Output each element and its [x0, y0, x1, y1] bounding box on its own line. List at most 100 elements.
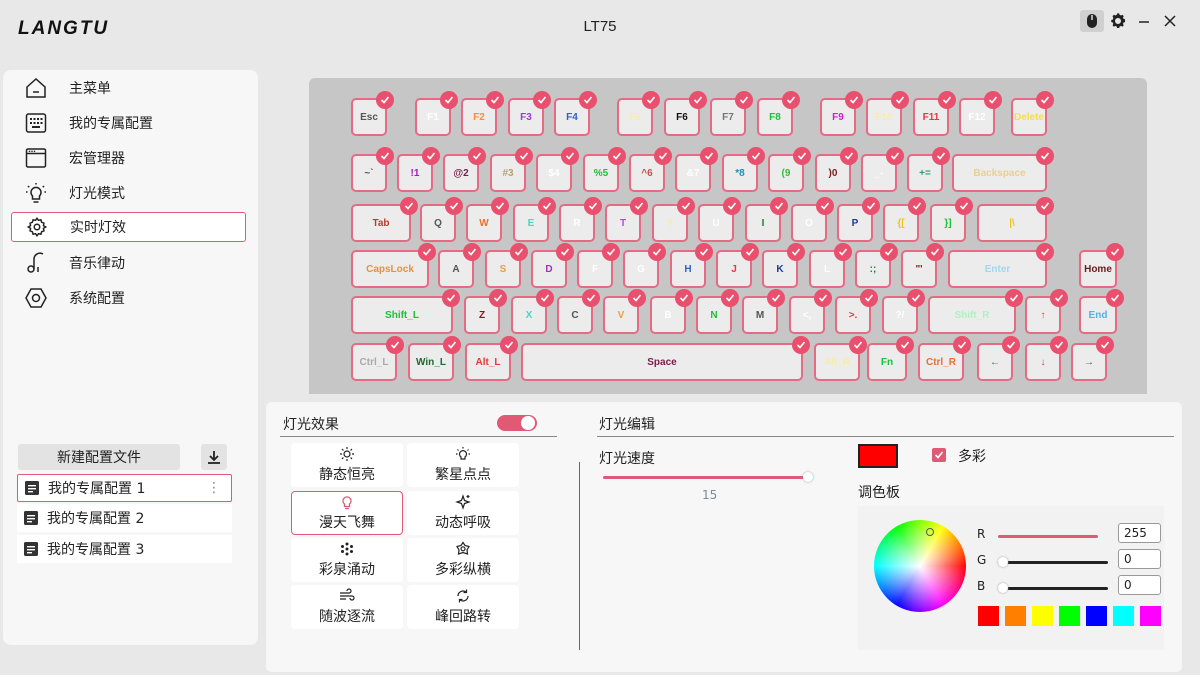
- effect-stars[interactable]: 繁星点点: [407, 443, 519, 487]
- effect-breathing[interactable]: 动态呼吸: [407, 491, 519, 535]
- r-input[interactable]: 255: [1118, 523, 1161, 543]
- color-preset-swatch[interactable]: [978, 606, 999, 626]
- key-i[interactable]: I: [745, 197, 788, 242]
- g-input[interactable]: 0: [1118, 549, 1161, 569]
- key-x8593[interactable]: ↑: [1025, 289, 1068, 334]
- color-preset-swatch[interactable]: [1113, 606, 1134, 626]
- key-x642[interactable]: @2: [443, 147, 486, 192]
- key-_x45[interactable]: _-: [861, 147, 904, 192]
- key-f12[interactable]: F12: [959, 91, 1002, 136]
- key-x60x44[interactable]: <,: [789, 289, 832, 334]
- key-alt_r[interactable]: Alt_R: [814, 336, 867, 381]
- profile-item[interactable]: 我的专属配置 1 ⋮: [17, 474, 232, 502]
- key-delete[interactable]: Delete: [1011, 91, 1054, 136]
- speed-slider-knob[interactable]: [803, 472, 813, 482]
- nav-item-light-mode[interactable]: 灯光模式: [11, 178, 246, 208]
- profile-item[interactable]: 我的专属配置 3: [17, 535, 232, 563]
- key-f[interactable]: F: [577, 243, 620, 288]
- key-capslock[interactable]: CapsLock: [351, 243, 436, 288]
- key-x387[interactable]: &7: [675, 147, 718, 192]
- key-t[interactable]: T: [605, 197, 648, 242]
- key-x[interactable]: X: [511, 289, 554, 334]
- nav-item-main-menu[interactable]: 主菜单: [11, 73, 246, 103]
- key-x410[interactable]: )0: [815, 147, 858, 192]
- key-f6[interactable]: F6: [664, 91, 707, 136]
- key-k[interactable]: K: [762, 243, 805, 288]
- nav-item-realtime-effect[interactable]: 实时灯效: [11, 212, 246, 242]
- color-preset-swatch[interactable]: [1032, 606, 1053, 626]
- key-x126x96[interactable]: ~`: [351, 147, 394, 192]
- key-s[interactable]: S: [485, 243, 528, 288]
- key-f7[interactable]: F7: [710, 91, 753, 136]
- close-icon[interactable]: [1158, 10, 1182, 32]
- key-m[interactable]: M: [742, 289, 785, 334]
- minimize-icon[interactable]: [1132, 10, 1156, 32]
- key-p[interactable]: P: [837, 197, 880, 242]
- key-x409[interactable]: (9: [768, 147, 811, 192]
- key-f4[interactable]: F4: [554, 91, 597, 136]
- color-preset-swatch[interactable]: [1059, 606, 1080, 626]
- key-esc[interactable]: Esc: [351, 91, 394, 136]
- key-x58x59[interactable]: :;: [855, 243, 898, 288]
- key-tab[interactable]: Tab: [351, 197, 418, 242]
- new-config-button[interactable]: 新建配置文件: [18, 444, 180, 470]
- effect-winding[interactable]: 峰回路转: [407, 585, 519, 629]
- key-fn[interactable]: Fn: [867, 336, 914, 381]
- key-z[interactable]: Z: [464, 289, 507, 334]
- key-x62x46[interactable]: >.: [835, 289, 878, 334]
- key-f9[interactable]: F9: [820, 91, 863, 136]
- key-a[interactable]: A: [438, 243, 481, 288]
- color-preset-swatch[interactable]: [1086, 606, 1107, 626]
- key-backspace[interactable]: Backspace: [952, 147, 1054, 192]
- key-d[interactable]: D: [531, 243, 574, 288]
- settings-gear-icon[interactable]: [1106, 10, 1130, 32]
- key-g[interactable]: G: [623, 243, 666, 288]
- key-l[interactable]: L: [809, 243, 852, 288]
- key-o[interactable]: O: [791, 197, 834, 242]
- key-r[interactable]: R: [559, 197, 602, 242]
- key-x428[interactable]: *8: [722, 147, 765, 192]
- g-slider-knob[interactable]: [998, 557, 1008, 567]
- key-e[interactable]: E: [513, 197, 556, 242]
- key-f8[interactable]: F8: [757, 91, 800, 136]
- b-input[interactable]: 0: [1118, 575, 1161, 595]
- key-x331[interactable]: !1: [397, 147, 440, 192]
- key-f1[interactable]: F1: [415, 91, 458, 136]
- effect-wave[interactable]: 随波逐流: [291, 585, 403, 629]
- key-x123x91[interactable]: {[: [883, 197, 926, 242]
- nav-item-my-config[interactable]: 我的专属配置: [11, 108, 246, 138]
- key-x43x61[interactable]: +=: [907, 147, 950, 192]
- key-c[interactable]: C: [557, 289, 600, 334]
- key-enter[interactable]: Enter: [948, 243, 1054, 288]
- color-wheel[interactable]: [874, 520, 966, 612]
- key-x364[interactable]: $4: [536, 147, 579, 192]
- key-home[interactable]: Home: [1079, 243, 1124, 288]
- key-f11[interactable]: F11: [913, 91, 956, 136]
- key-w[interactable]: W: [466, 197, 509, 242]
- key-b[interactable]: B: [650, 289, 693, 334]
- multicolor-checkbox[interactable]: [932, 448, 946, 462]
- more-options-icon[interactable]: ⋮: [207, 480, 221, 496]
- key-win_l[interactable]: Win_L: [408, 336, 461, 381]
- key-h[interactable]: H: [670, 243, 713, 288]
- nav-item-macro-manager[interactable]: 宏管理器: [11, 143, 246, 173]
- g-slider[interactable]: [998, 561, 1108, 564]
- key-space[interactable]: Space: [521, 336, 810, 381]
- color-picker-handle[interactable]: [926, 528, 934, 536]
- download-icon[interactable]: [201, 444, 227, 470]
- key-ctrl_l[interactable]: Ctrl_L: [351, 336, 404, 381]
- key-x63x47[interactable]: ?/: [882, 289, 925, 334]
- key-x8595[interactable]: ↓: [1025, 336, 1068, 381]
- key-shift_l[interactable]: Shift_L: [351, 289, 460, 334]
- b-slider[interactable]: [998, 587, 1108, 590]
- nav-item-system-config[interactable]: 系统配置: [11, 283, 246, 313]
- key-x124x92[interactable]: |\: [977, 197, 1054, 242]
- current-color-swatch[interactable]: [858, 444, 898, 468]
- key-j[interactable]: J: [716, 243, 759, 288]
- key-q[interactable]: Q: [420, 197, 463, 242]
- key-f10[interactable]: F10: [866, 91, 909, 136]
- key-alt_l[interactable]: Alt_L: [465, 336, 518, 381]
- key-v[interactable]: V: [603, 289, 646, 334]
- profile-item[interactable]: 我的专属配置 2: [17, 504, 232, 532]
- r-slider[interactable]: [998, 535, 1098, 538]
